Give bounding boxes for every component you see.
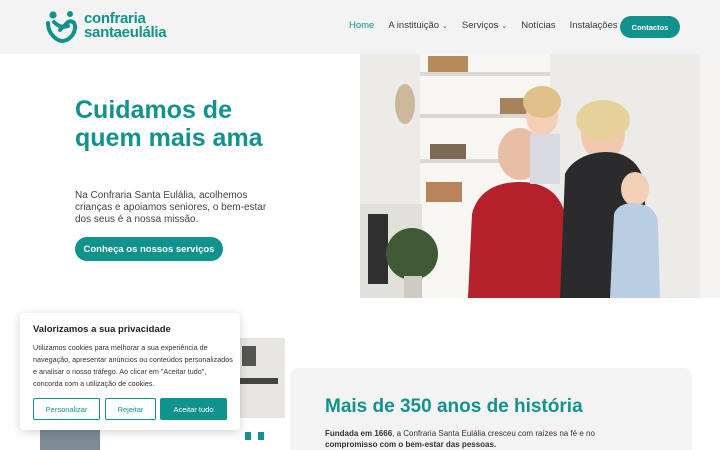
nav-item-label: A instituição [388, 20, 440, 31]
services-button[interactable]: Conheça os nossos serviços [75, 237, 223, 261]
logo-line-2: santaeulália [84, 24, 167, 41]
family-logo-icon [46, 11, 78, 44]
nav-item-label: Notícias [521, 20, 556, 31]
history-text-bold-2: compromisso com o bem-estar das pessoas. [325, 440, 497, 449]
history-text-part-1: , a Confraria Santa Eulália cresceu com … [392, 429, 595, 438]
nav-item-home[interactable]: Home [349, 20, 374, 31]
cookie-title: Valorizamos a sua privacidade [33, 324, 171, 335]
family-photo [360, 54, 720, 298]
main-nav: Home A instituição ⌄ Serviços ⌄ Notícias… [349, 20, 618, 31]
cookie-text: Utilizamos cookies para melhorar a sua e… [33, 343, 233, 388]
cookie-consent-banner: Valorizamos a sua privacidade Utilizamos… [20, 313, 240, 430]
nav-item-servicos[interactable]: Serviços ⌄ [462, 20, 507, 31]
hero-description: Na Confraria Santa Eulália, acolhemos cr… [75, 190, 267, 225]
nav-item-noticias[interactable]: Notícias [521, 20, 555, 31]
history-title: Mais de 350 anos de história [325, 396, 583, 417]
nav-item-label: Serviços [461, 20, 499, 31]
nav-item-label: Home [349, 20, 375, 31]
chevron-down-icon: ⌄ [442, 22, 448, 30]
history-text: Fundada em 1666, a Confraria Santa Eulál… [325, 428, 625, 450]
history-text-bold-1: Fundada em 1666 [325, 429, 393, 438]
chevron-down-icon: ⌄ [501, 22, 508, 30]
reject-cookies-button[interactable]: Rejeitar [105, 398, 156, 420]
logo-wordmark: confraria santaeulália [84, 11, 167, 41]
hero-title: Cuidamos de quem mais ama [75, 96, 263, 152]
site-header: confraria santaeulália Home A instituiçã… [0, 0, 720, 54]
nav-item-instalacoes[interactable]: Instalações [570, 20, 618, 31]
nav-item-label: Instalações [569, 20, 618, 31]
site-logo[interactable]: confraria santaeulália [44, 9, 174, 45]
nav-item-a-instituicao[interactable]: A instituição ⌄ [388, 20, 448, 31]
contact-button[interactable]: Contactos [620, 16, 680, 38]
customize-cookies-button[interactable]: Personalizar [33, 398, 100, 420]
family-photo-illustration [360, 54, 720, 298]
accept-cookies-button[interactable]: Aceitar tudo [160, 398, 227, 420]
